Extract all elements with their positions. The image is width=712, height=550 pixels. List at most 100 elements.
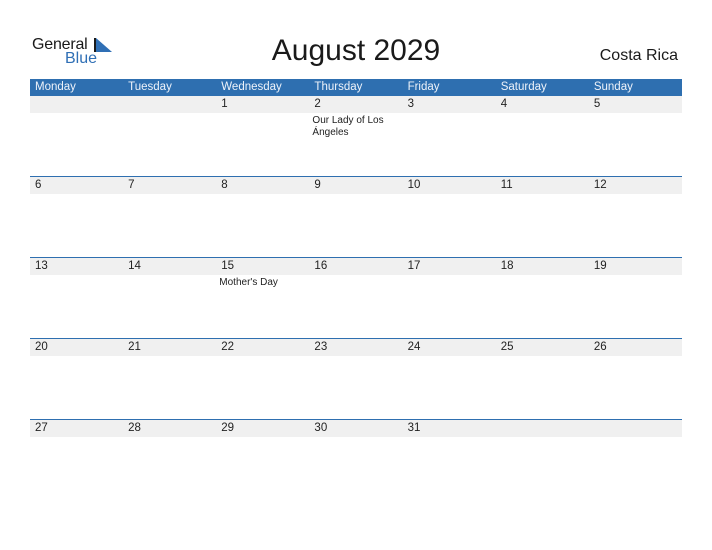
day-number: 25 — [495, 338, 589, 356]
holiday-event — [30, 113, 123, 115]
day-cell[interactable]: 19 — [588, 257, 682, 289]
day-number: 20 — [30, 338, 124, 356]
day-cell[interactable]: 11 — [495, 176, 589, 196]
day-cell[interactable]: 29 — [216, 419, 310, 439]
day-number: 8 — [216, 176, 310, 194]
holiday-event — [403, 437, 496, 439]
day-cell[interactable]: 10 — [402, 176, 496, 196]
holiday-event — [30, 356, 123, 358]
holiday-event — [216, 437, 309, 439]
weekday-friday: Friday — [407, 81, 440, 93]
day-number: 9 — [309, 176, 403, 194]
weekday-header: Monday Tuesday Wednesday Thursday Friday… — [30, 79, 682, 96]
holiday-event — [403, 275, 496, 277]
weekday-saturday: Saturday — [500, 81, 547, 93]
day-number: 21 — [123, 338, 217, 356]
day-cell[interactable]: 5 — [588, 96, 682, 139]
holiday-event — [216, 356, 309, 358]
day-cell[interactable]: 2 Our Lady of Los Ángeles — [309, 96, 403, 139]
day-number — [588, 419, 682, 437]
day-cell[interactable]: 7 — [123, 176, 217, 196]
holiday-event — [309, 356, 402, 358]
day-number: 16 — [309, 257, 403, 275]
day-number — [30, 96, 124, 113]
day-cell[interactable]: 15 Mother's Day — [216, 257, 310, 289]
day-number — [123, 96, 217, 113]
day-number: 29 — [216, 419, 310, 437]
holiday-event — [309, 275, 402, 277]
holiday-event — [403, 113, 496, 115]
day-number: 26 — [588, 338, 682, 356]
day-number: 7 — [123, 176, 217, 194]
day-cell[interactable]: 21 — [123, 338, 217, 358]
day-number: 4 — [495, 96, 589, 113]
week-row: 1 2 Our Lady of Los Ángeles 3 4 5 — [30, 96, 682, 139]
day-cell[interactable]: 18 — [495, 257, 589, 289]
holiday-event — [216, 194, 309, 196]
holiday-event — [589, 194, 682, 196]
day-number: 31 — [402, 419, 496, 437]
day-number: 23 — [309, 338, 403, 356]
day-cell[interactable] — [588, 419, 682, 439]
day-cell[interactable]: 24 — [402, 338, 496, 358]
day-cell[interactable]: 25 — [495, 338, 589, 358]
day-cell[interactable]: 4 — [495, 96, 589, 139]
day-cell[interactable]: 28 — [123, 419, 217, 439]
holiday-event — [123, 275, 216, 277]
day-number: 30 — [309, 419, 403, 437]
day-number: 14 — [123, 257, 217, 275]
day-cell[interactable]: 16 — [309, 257, 403, 289]
holiday-event — [496, 194, 589, 196]
weekday-sunday: Sunday — [593, 81, 633, 93]
weekday-wednesday: Wednesday — [221, 81, 282, 93]
day-number: 19 — [588, 257, 682, 275]
day-cell[interactable]: 8 — [216, 176, 310, 196]
day-cell[interactable]: 9 — [309, 176, 403, 196]
day-cell[interactable]: 17 — [402, 257, 496, 289]
day-number — [495, 419, 589, 437]
day-number: 18 — [495, 257, 589, 275]
day-cell[interactable]: 14 — [123, 257, 217, 289]
day-number: 22 — [216, 338, 310, 356]
weekday-monday: Monday — [35, 81, 76, 93]
holiday-event — [123, 437, 216, 439]
day-cell[interactable]: 1 — [216, 96, 310, 139]
day-number: 6 — [30, 176, 124, 194]
holiday-event: Mother's Day — [219, 276, 278, 288]
holiday-event — [589, 437, 682, 439]
holiday-event — [496, 275, 589, 277]
day-cell[interactable]: 3 — [402, 96, 496, 139]
day-number: 2 — [309, 96, 403, 113]
holiday-event — [123, 113, 216, 115]
holiday-event — [403, 356, 496, 358]
day-number: 17 — [402, 257, 496, 275]
holiday-event — [589, 113, 682, 115]
day-cell[interactable]: 20 — [30, 338, 124, 358]
country-label: Costa Rica — [599, 47, 678, 64]
day-cell[interactable]: 23 — [309, 338, 403, 358]
holiday-event — [30, 275, 123, 277]
holiday-event — [309, 437, 402, 439]
holiday-event — [496, 113, 589, 115]
day-number: 12 — [588, 176, 682, 194]
day-cell[interactable]: 26 — [588, 338, 682, 358]
day-cell[interactable] — [123, 96, 217, 139]
day-cell[interactable] — [30, 96, 124, 139]
holiday-event — [496, 437, 589, 439]
holiday-event — [123, 356, 216, 358]
weekday-thursday: Thursday — [314, 81, 363, 93]
holiday-event — [123, 194, 216, 196]
day-cell[interactable] — [495, 419, 589, 439]
day-number: 28 — [123, 419, 217, 437]
holiday-event — [216, 113, 309, 115]
day-cell[interactable]: 12 — [588, 176, 682, 196]
day-cell[interactable]: 22 — [216, 338, 310, 358]
day-cell[interactable]: 31 — [402, 419, 496, 439]
holiday-event: Our Lady of Los Ángeles — [312, 115, 384, 138]
day-number: 10 — [402, 176, 496, 194]
day-cell[interactable]: 13 — [30, 257, 124, 289]
day-cell[interactable]: 6 — [30, 176, 124, 196]
day-cell[interactable]: 27 — [30, 419, 124, 439]
day-cell[interactable]: 30 — [309, 419, 403, 439]
day-number: 24 — [402, 338, 496, 356]
